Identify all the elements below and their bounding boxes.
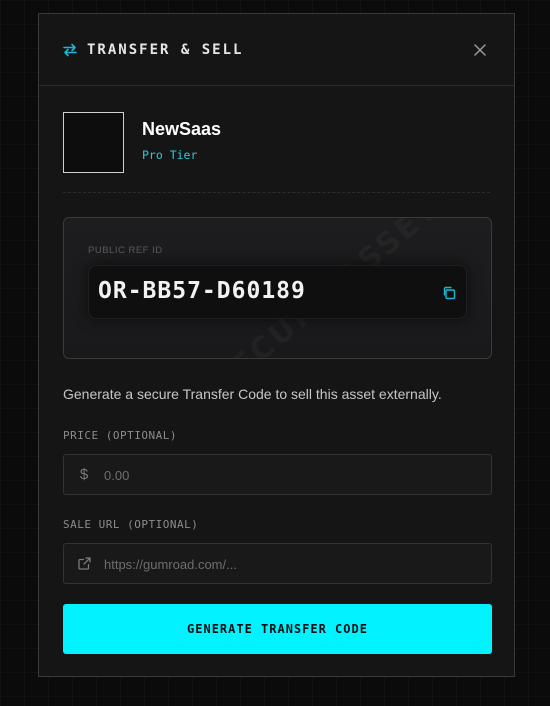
price-input-wrapper: $ [63,454,492,496]
ref-id-value: OR-BB57-D60189 [98,278,306,304]
sale-url-input-wrapper [63,543,492,585]
close-button[interactable] [470,40,490,60]
copy-button[interactable] [442,286,456,300]
sale-url-label: SALE URL (OPTIONAL) [63,518,199,531]
modal-title: TRANSFER & SELL [87,41,244,58]
asset-name: NewSaas [142,119,222,139]
sale-url-input[interactable] [102,544,481,585]
asset-summary: NewSaas Pro Tier [63,112,490,193]
external-link-icon [77,556,91,570]
public-ref-card: SECURE ASSET PUBLIC REF ID OR-BB57-D6018… [63,217,492,359]
modal-header: TRANSFER & SELL [39,14,514,86]
generate-transfer-code-button[interactable]: GENERATE TRANSFER CODE [63,604,492,654]
ref-id-box: OR-BB57-D60189 [88,265,467,319]
close-icon [474,43,486,56]
description-text: Generate a secure Transfer Code to sell … [63,386,442,402]
price-label: PRICE (OPTIONAL) [63,429,177,442]
swap-arrows-icon [63,43,77,57]
dollar-icon: $ [79,465,89,483]
transfer-sell-modal: TRANSFER & SELL NewSaas Pro Tier SECURE … [38,13,515,677]
asset-tier: Pro Tier [142,148,198,162]
ref-id-label: PUBLIC REF ID [88,245,163,256]
price-input[interactable] [102,455,481,496]
asset-thumbnail [63,112,124,173]
copy-icon [443,286,456,300]
